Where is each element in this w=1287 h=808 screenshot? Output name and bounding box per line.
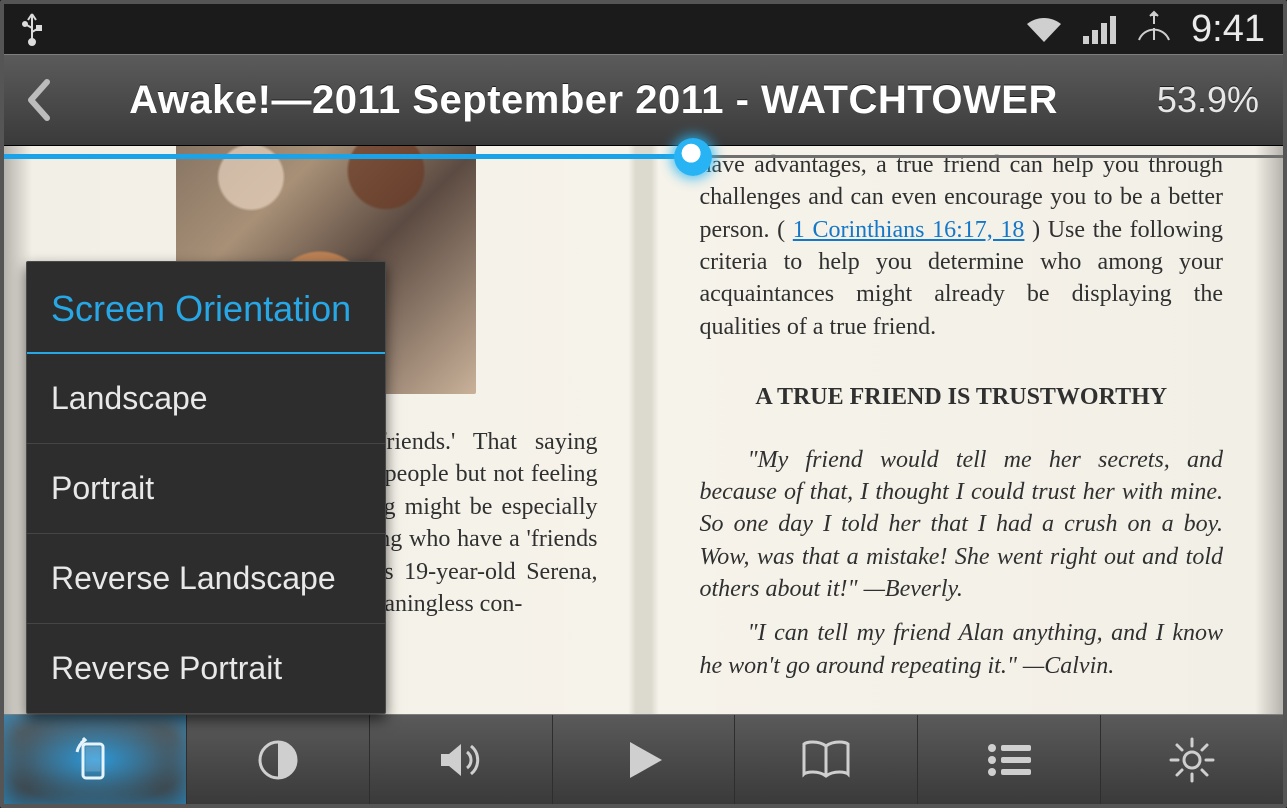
android-status-bar: 9:41 — [4, 4, 1283, 54]
usb-icon — [22, 12, 42, 46]
play-button[interactable] — [553, 715, 736, 804]
back-button[interactable] — [4, 78, 74, 122]
contrast-button[interactable] — [187, 715, 370, 804]
volume-icon — [435, 736, 487, 784]
popup-title: Screen Orientation — [27, 262, 385, 354]
play-icon — [622, 736, 666, 784]
progress-fill — [4, 154, 693, 159]
popup-item-reverse-landscape[interactable]: Reverse Landscape — [27, 534, 385, 624]
progress-percent: 53.9% — [1113, 79, 1283, 121]
scripture-link[interactable]: 1 Corinthians 16:17, 18 — [793, 217, 1025, 243]
status-time: 9:41 — [1191, 8, 1265, 51]
status-left — [22, 12, 42, 46]
bookmarks-button[interactable] — [735, 715, 918, 804]
contrast-icon — [254, 736, 302, 784]
reader-header: Awake!—2011 September 2011 - WATCHTOWER … — [4, 54, 1283, 146]
wifi-icon — [1023, 14, 1065, 44]
bottom-toolbar — [4, 714, 1283, 804]
quote-1: "My friend would tell me her secrets, an… — [700, 444, 1224, 606]
popup-item-reverse-portrait[interactable]: Reverse Portrait — [27, 624, 385, 713]
orientation-popup: Screen Orientation Landscape Portrait Re… — [26, 261, 386, 714]
header-title: Awake!—2011 September 2011 - WATCHTOWER — [74, 78, 1113, 123]
quote-2: "I can tell my friend Alan anything, and… — [700, 617, 1224, 682]
status-right: 9:41 — [1023, 8, 1265, 51]
settings-button[interactable] — [1101, 715, 1283, 804]
signal-icon — [1083, 14, 1117, 44]
list-icon — [985, 740, 1033, 780]
book-open-icon — [798, 738, 854, 782]
volume-button[interactable] — [370, 715, 553, 804]
popup-item-portrait[interactable]: Portrait — [27, 444, 385, 534]
popup-item-landscape[interactable]: Landscape — [27, 354, 385, 444]
progress-slider[interactable] — [4, 146, 1283, 166]
battery-charging-icon — [1135, 10, 1173, 48]
orientation-icon — [69, 734, 121, 786]
section-heading: A TRUE FRIEND IS TRUSTWORTHY — [700, 381, 1224, 413]
progress-thumb[interactable] — [674, 138, 712, 176]
orientation-button[interactable] — [4, 715, 187, 804]
gear-icon — [1168, 736, 1216, 784]
contents-button[interactable] — [918, 715, 1101, 804]
device-frame: 9:41 MANY people but have no friends.' T… — [0, 0, 1287, 808]
